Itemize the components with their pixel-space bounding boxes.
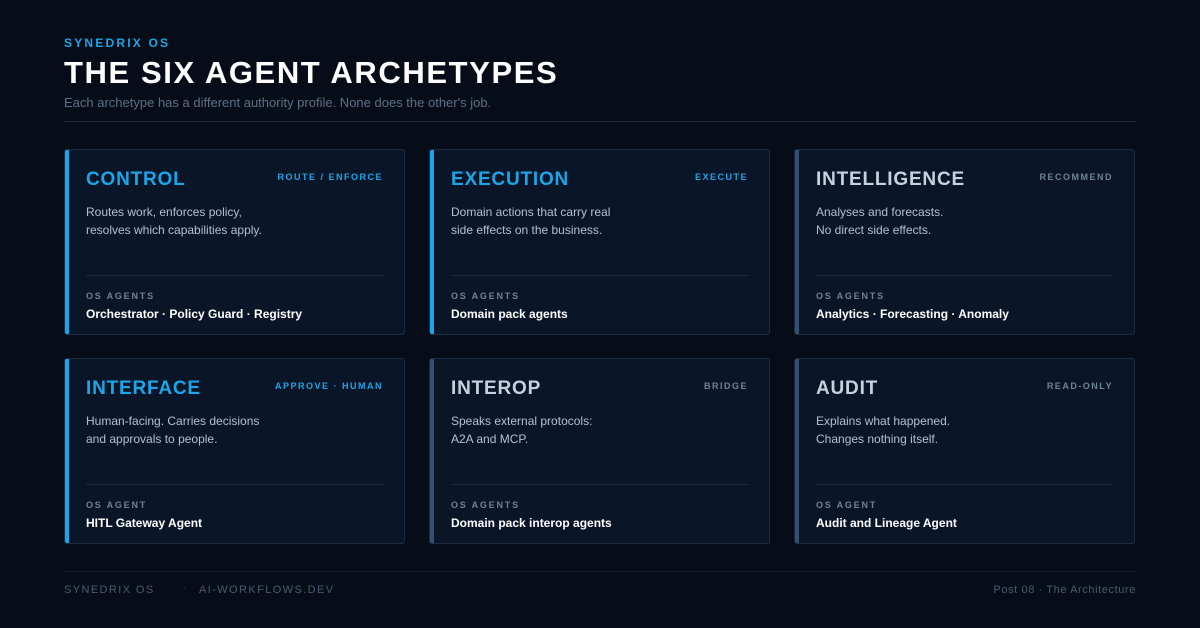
footer-divider	[64, 571, 1136, 572]
card-title: AUDIT	[816, 378, 879, 399]
card-divider	[451, 484, 748, 485]
archetype-card-control: CONTROL ROUTE / ENFORCE Routes work, enf…	[64, 149, 405, 335]
card-agents-label: OS AGENTS	[816, 291, 885, 301]
card-description: Routes work, enforces policy, resolves w…	[86, 203, 262, 239]
card-description: Explains what happened. Changes nothing …	[816, 412, 950, 448]
card-description-line: Routes work, enforces policy,	[86, 205, 242, 219]
footer-separator: ·	[183, 582, 187, 594]
card-agents-list: Analytics · Forecasting · Anomaly	[816, 307, 1009, 321]
card-description-line: side effects on the business.	[451, 223, 603, 237]
card-accent-bar	[65, 359, 69, 543]
footer-post-label: Post 08 · The Architecture	[993, 584, 1136, 596]
card-description-line: resolves which capabilities apply.	[86, 223, 262, 237]
card-authority-tag: EXECUTE	[694, 172, 748, 182]
card-title: INTERFACE	[86, 378, 201, 399]
card-agents-label: OS AGENTS	[451, 291, 520, 301]
card-agents-list: Audit and Lineage Agent	[816, 516, 957, 530]
card-agents-list: Domain pack agents	[451, 307, 568, 321]
page-subtitle: Each archetype has a different authority…	[64, 95, 492, 110]
card-description-line: Analyses and forecasts.	[816, 205, 944, 219]
card-agents-label: OS AGENTS	[451, 500, 520, 510]
card-divider	[86, 275, 383, 276]
card-title: EXECUTION	[451, 169, 570, 190]
archetype-card-audit: AUDIT READ-ONLY Explains what happened. …	[794, 358, 1135, 544]
brand-eyebrow: SYNEDRIX OS	[64, 36, 171, 50]
card-accent-bar	[65, 150, 69, 334]
card-description-line: Changes nothing itself.	[816, 432, 939, 446]
card-title: CONTROL	[86, 169, 186, 190]
card-description: Speaks external protocols: A2A and MCP.	[451, 412, 592, 448]
card-divider	[86, 484, 383, 485]
card-title: INTEROP	[451, 378, 542, 399]
header-divider	[64, 121, 1136, 122]
archetype-card-intelligence: INTELLIGENCE RECOMMEND Analyses and fore…	[794, 149, 1135, 335]
card-agents-list: Domain pack interop agents	[451, 516, 612, 530]
card-authority-tag: RECOMMEND	[1039, 172, 1113, 182]
card-agents-list: Orchestrator · Policy Guard · Registry	[86, 307, 303, 321]
card-description-line: A2A and MCP.	[451, 432, 529, 446]
card-agents-label: OS AGENT	[816, 500, 878, 510]
card-agents-label: OS AGENT	[86, 500, 148, 510]
card-accent-bar	[795, 359, 799, 543]
archetype-card-interface: INTERFACE APPROVE · HUMAN Human-facing. …	[64, 358, 405, 544]
card-divider	[816, 275, 1113, 276]
card-divider	[816, 484, 1113, 485]
card-description: Human-facing. Carries decisions and appr…	[86, 412, 259, 448]
card-description-line: Domain actions that carry real	[451, 205, 611, 219]
card-agents-list: HITL Gateway Agent	[86, 516, 203, 530]
card-authority-tag: READ-ONLY	[1046, 381, 1113, 391]
card-accent-bar	[430, 150, 434, 334]
card-accent-bar	[795, 150, 799, 334]
card-description-line: and approvals to people.	[86, 432, 218, 446]
card-description: Domain actions that carry real side effe…	[451, 203, 610, 239]
footer-brand: SYNEDRIX OS	[64, 584, 155, 596]
page-title: THE SIX AGENT ARCHETYPES	[64, 55, 559, 90]
archetype-card-interop: INTEROP BRIDGE Speaks external protocols…	[429, 358, 770, 544]
card-description-line: Explains what happened.	[816, 414, 951, 428]
card-accent-bar	[430, 359, 434, 543]
footer-site-link[interactable]: AI-WORKFLOWS.DEV	[199, 584, 334, 596]
card-description-line: No direct side effects.	[816, 223, 932, 237]
card-authority-tag: ROUTE / ENFORCE	[277, 172, 383, 182]
card-title: INTELLIGENCE	[816, 169, 965, 190]
card-description: Analyses and forecasts. No direct side e…	[816, 203, 943, 239]
card-authority-tag: APPROVE · HUMAN	[274, 381, 383, 391]
card-divider	[451, 275, 748, 276]
card-description-line: Speaks external protocols:	[451, 414, 593, 428]
card-agents-label: OS AGENTS	[86, 291, 155, 301]
card-authority-tag: BRIDGE	[703, 381, 748, 391]
card-description-line: Human-facing. Carries decisions	[86, 414, 260, 428]
archetype-card-execution: EXECUTION EXECUTE Domain actions that ca…	[429, 149, 770, 335]
slide: SYNEDRIX OS THE SIX AGENT ARCHETYPES Eac…	[0, 0, 1200, 628]
